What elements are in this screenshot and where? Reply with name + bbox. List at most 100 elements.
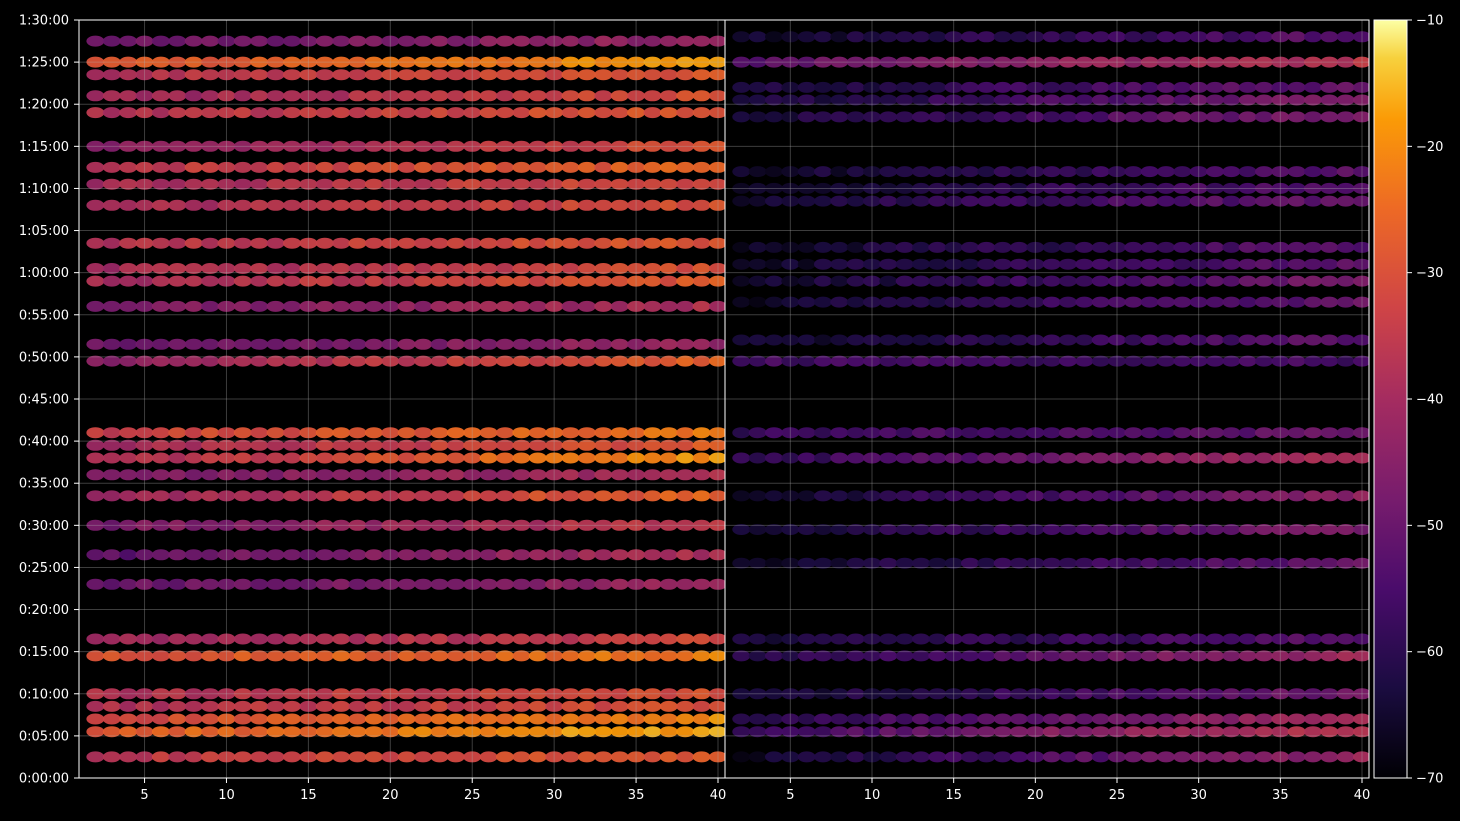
heat-cell [748, 81, 767, 93]
heat-cell [1010, 81, 1028, 93]
heat-cell [912, 296, 930, 308]
heat-cell [879, 31, 898, 43]
heat-cell [414, 700, 433, 712]
heat-cell [797, 751, 816, 763]
heat-cell [151, 69, 170, 81]
heat-cell [594, 700, 613, 712]
heat-cell [528, 700, 547, 712]
heat-cell [201, 427, 220, 439]
heat-cell [814, 31, 832, 43]
heat-cell [659, 469, 678, 481]
heat-cell [151, 300, 170, 312]
heat-cell [184, 69, 203, 81]
heat-cell [1124, 751, 1143, 763]
heat-cell [1010, 713, 1028, 725]
heat-cell [577, 427, 596, 439]
heat-cell [430, 338, 449, 350]
heat-cell [1320, 427, 1339, 439]
heat-cell [676, 35, 695, 47]
heat-cell [233, 633, 252, 645]
heat-cell [797, 195, 816, 207]
heat-cell [1140, 334, 1159, 346]
heat-cell [814, 633, 832, 645]
heat-cell [993, 633, 1012, 645]
heat-cell [1075, 452, 1094, 464]
heat-cell [610, 275, 629, 287]
heat-cell [977, 258, 996, 270]
heat-cell [1042, 166, 1061, 178]
heat-cell [414, 490, 433, 502]
heat-cell [814, 427, 832, 439]
heat-cell [348, 107, 367, 119]
heat-cell [430, 469, 449, 481]
heat-cell [561, 161, 580, 173]
heat-cell [496, 161, 514, 173]
heat-cell [561, 275, 580, 287]
heat-cell [561, 700, 580, 712]
heat-cell [1140, 275, 1159, 287]
heat-cell [332, 90, 351, 102]
grid-lines [79, 19, 1369, 779]
heat-cell [86, 713, 105, 725]
heat-cell [1173, 195, 1192, 207]
heat-cell [643, 161, 662, 173]
heat-cell [414, 549, 433, 561]
heat-cell [397, 427, 416, 439]
heat-cell [446, 490, 465, 502]
heat-cell [643, 237, 662, 249]
heat-cell [1304, 275, 1322, 287]
heat-cell [1238, 166, 1257, 178]
heat-cell [961, 751, 979, 763]
heat-cell [814, 334, 832, 346]
heat-cell [86, 700, 105, 712]
heat-cell [1255, 296, 1273, 308]
heat-cell [86, 237, 105, 249]
heat-cell [397, 199, 416, 211]
heat-cell [1157, 81, 1175, 93]
heat-cell [1140, 31, 1159, 43]
heat-cell [692, 35, 711, 47]
heat-cell [102, 549, 121, 561]
heat-cell [1010, 427, 1028, 439]
heat-cell [643, 578, 662, 590]
heat-cell [446, 452, 465, 464]
heat-cell [879, 111, 898, 123]
heat-cell [692, 490, 711, 502]
heat-cell [1173, 81, 1192, 93]
heat-cell [86, 275, 105, 287]
heat-cell [879, 241, 898, 253]
heat-cell [676, 338, 695, 350]
heat-cell [1010, 751, 1028, 763]
heat-cell [732, 713, 751, 725]
heat-cell [748, 31, 767, 43]
heat-cell [748, 275, 767, 287]
heat-cell [692, 633, 711, 645]
heat-cell [1320, 258, 1339, 270]
heat-cell [397, 107, 416, 119]
heat-cell [895, 195, 914, 207]
heat-cell [250, 469, 269, 481]
heat-cell [577, 700, 596, 712]
heat-cell [528, 35, 547, 47]
heat-cell [594, 469, 613, 481]
heat-cell [1157, 751, 1175, 763]
heat-cell [659, 199, 678, 211]
heat-cell [512, 549, 531, 561]
heat-cell [561, 90, 580, 102]
x-tick-label: 15 [945, 788, 962, 803]
heat-cell [577, 549, 596, 561]
heat-cell [1320, 241, 1339, 253]
y-tick-label: 0:00:00 [19, 772, 69, 787]
heat-cell [1173, 427, 1192, 439]
heat-cell [266, 90, 285, 102]
heat-cell [895, 633, 914, 645]
heat-cell [119, 490, 138, 502]
heat-cell [961, 633, 979, 645]
heat-cell [1010, 334, 1028, 346]
heat-cell [594, 633, 613, 645]
heat-cell [594, 578, 613, 590]
heat-cell [961, 490, 979, 502]
heat-cell [446, 549, 465, 561]
heat-cell [446, 237, 465, 249]
heat-cell [184, 713, 203, 725]
